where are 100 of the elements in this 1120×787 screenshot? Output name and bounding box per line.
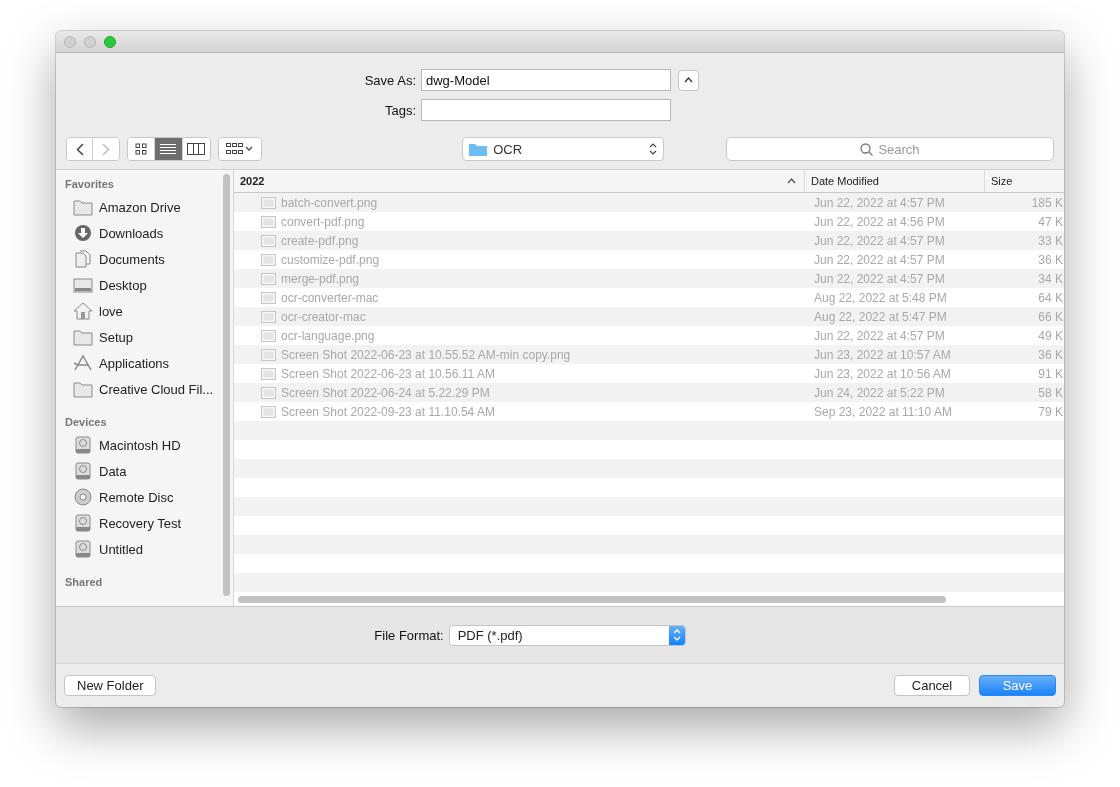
expand-button[interactable] bbox=[678, 69, 699, 91]
file-icon bbox=[261, 386, 276, 399]
sidebar-item-label: Macintosh HD bbox=[99, 437, 181, 453]
file-name: batch-convert.png bbox=[281, 195, 378, 210]
sidebar-item[interactable]: Recovery Test bbox=[65, 510, 233, 536]
back-button[interactable] bbox=[67, 138, 94, 160]
file-name: ocr-language.png bbox=[281, 328, 375, 343]
tags-field[interactable] bbox=[421, 99, 671, 121]
zoom-window-button[interactable] bbox=[104, 35, 116, 48]
sidebar-item-label: Untitled bbox=[99, 541, 144, 557]
scrollbar-thumb[interactable] bbox=[223, 174, 230, 596]
date-cell-text: Jun 22, 2022 at 4:57 PM bbox=[813, 195, 946, 210]
size-cell-text: 36 K bbox=[1037, 252, 1064, 267]
sidebar-item[interactable]: Documents bbox=[65, 246, 233, 272]
file-name: Screen Shot 2022-06-23 at 10.56.11 AM bbox=[281, 366, 495, 381]
file-name: merge-pdf.png bbox=[281, 271, 360, 286]
arrange-icon bbox=[225, 143, 254, 155]
column-header[interactable]: Date Modified bbox=[804, 170, 984, 192]
sidebar-item[interactable]: Applications bbox=[65, 350, 233, 376]
sidebar-item[interactable]: Amazon Drive bbox=[65, 194, 233, 220]
date-cell-text: Jun 22, 2022 at 4:57 PM bbox=[813, 252, 946, 267]
file-name: create-pdf.png bbox=[281, 233, 359, 248]
sidebar-item-label: Data bbox=[99, 463, 127, 479]
file-name: Screen Shot 2022-06-24 at 5.22.29 PM bbox=[281, 385, 490, 400]
size-cell-text: 47 K bbox=[1037, 214, 1064, 229]
list-icon bbox=[160, 143, 177, 155]
drive-icon bbox=[73, 436, 93, 454]
desktop-icon bbox=[73, 276, 93, 294]
date-cell-text: Jun 22, 2022 at 4:56 PM bbox=[813, 214, 946, 229]
scrollbar-thumb[interactable] bbox=[238, 596, 946, 603]
sidebar-item[interactable]: Creative Cloud Fil... bbox=[65, 376, 233, 402]
arrange-button[interactable] bbox=[218, 138, 262, 160]
disc-icon bbox=[73, 488, 93, 506]
file-name: ocr-converter-mac bbox=[281, 290, 379, 305]
sidebar-item[interactable]: Data bbox=[65, 458, 233, 484]
sidebar-item[interactable]: love bbox=[65, 298, 233, 324]
size-cell-text: 64 K bbox=[1037, 290, 1064, 305]
view-mode-button[interactable] bbox=[128, 138, 156, 160]
search-field[interactable]: Search bbox=[726, 137, 1054, 161]
file-name: convert-pdf.png bbox=[281, 214, 365, 229]
size-cell-text: 185 K bbox=[1030, 195, 1064, 210]
sidebar-item[interactable]: Macintosh HD bbox=[65, 432, 233, 458]
file-icon bbox=[261, 310, 276, 323]
save-as-label: Save As: bbox=[364, 72, 416, 88]
sort-ascending-icon bbox=[787, 178, 796, 184]
grid-icon bbox=[135, 143, 148, 155]
chevron-right-icon bbox=[102, 142, 111, 156]
file-icon bbox=[261, 367, 276, 380]
date-cell-text: Jun 22, 2022 at 4:57 PM bbox=[813, 328, 946, 343]
sidebar-item[interactable]: Desktop bbox=[65, 272, 233, 298]
sidebar-item-label: Creative Cloud Fil... bbox=[99, 381, 214, 397]
location-popup[interactable]: OCR bbox=[462, 137, 664, 161]
date-cell-text: Jun 23, 2022 at 10:57 AM bbox=[813, 347, 952, 362]
sidebar-section-title: Shared bbox=[65, 576, 104, 590]
folder-icon bbox=[73, 328, 93, 346]
sidebar-item-label: Remote Disc bbox=[99, 489, 174, 505]
size-cell-text: 33 K bbox=[1037, 233, 1064, 248]
file-icon bbox=[261, 272, 276, 285]
sidebar-item-label: Recovery Test bbox=[99, 515, 182, 531]
sidebar-item[interactable]: Untitled bbox=[65, 536, 233, 562]
folder-icon bbox=[73, 198, 93, 216]
file-icon bbox=[261, 196, 276, 209]
file-icon bbox=[261, 234, 276, 247]
file-icon bbox=[261, 348, 276, 361]
file-format-label: File Format: bbox=[374, 627, 444, 643]
sidebar-item[interactable]: Setup bbox=[65, 324, 233, 350]
sidebar-item-label: Amazon Drive bbox=[99, 199, 181, 215]
file-format-select[interactable]: PDF (*.pdf) bbox=[448, 624, 686, 646]
save-as-field[interactable]: dwg-Model bbox=[421, 69, 671, 91]
dialog-button[interactable]: New Folder bbox=[64, 675, 157, 696]
sidebar-item-label: Desktop bbox=[99, 277, 147, 293]
sidebar-item-label: love bbox=[99, 303, 123, 319]
size-cell-text: 34 K bbox=[1037, 271, 1064, 286]
column-header[interactable]: Size bbox=[984, 170, 1064, 192]
file-icon bbox=[261, 215, 276, 228]
date-cell-text: Aug 22, 2022 at 5:47 PM bbox=[813, 309, 948, 324]
size-cell-text: 79 K bbox=[1037, 404, 1064, 419]
download-icon bbox=[73, 224, 93, 242]
home-icon bbox=[73, 302, 93, 320]
sidebar-item-label: Applications bbox=[99, 355, 170, 371]
file-name: ocr-creator-mac bbox=[281, 309, 366, 324]
file-icon bbox=[261, 291, 276, 304]
chevron-up-icon bbox=[684, 77, 693, 83]
sidebar-item[interactable]: Remote Disc bbox=[65, 484, 233, 510]
column-header[interactable]: 2022 bbox=[234, 170, 804, 192]
date-cell-text: Aug 22, 2022 at 5:48 PM bbox=[813, 290, 948, 305]
date-cell-text: Sep 23, 2022 at 11:10 AM bbox=[813, 404, 953, 419]
size-cell-text: 66 K bbox=[1037, 309, 1064, 324]
file-name: customize-pdf.png bbox=[281, 252, 380, 267]
search-icon bbox=[860, 143, 873, 156]
dialog-button[interactable]: Cancel bbox=[894, 675, 970, 696]
sidebar-item[interactable]: Downloads bbox=[65, 220, 233, 246]
date-cell-text: Jun 22, 2022 at 4:57 PM bbox=[813, 271, 946, 286]
applications-icon bbox=[73, 354, 93, 372]
view-mode-button[interactable] bbox=[155, 138, 183, 160]
stepper-icon bbox=[672, 629, 681, 641]
documents-icon bbox=[73, 250, 93, 268]
size-cell-text: 91 K bbox=[1037, 366, 1064, 381]
date-cell-text: Jun 23, 2022 at 10:56 AM bbox=[813, 366, 952, 381]
sidebar-item-label: Downloads bbox=[99, 225, 164, 241]
